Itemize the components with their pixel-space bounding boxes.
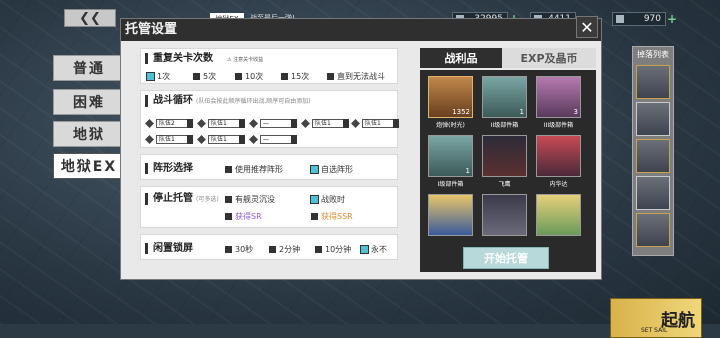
idle-title: 闲置锁屏 <box>145 243 193 254</box>
loot-label: 炮弹(时光) <box>436 122 465 129</box>
add-gem-icon[interactable]: + <box>667 12 677 26</box>
tab-loot[interactable]: 战利品 <box>420 48 502 68</box>
loot-item-box-iii[interactable]: 3 <box>536 76 581 118</box>
idle-30s[interactable]: 30秒 <box>225 244 253 255</box>
loot-label: I级部件箱 <box>437 181 464 188</box>
fleet-icon <box>197 118 206 128</box>
drop-item[interactable] <box>636 213 670 247</box>
repeat-warning: ⚠ 注意关卡收益 <box>227 56 264 64</box>
fleet-icon <box>145 134 154 144</box>
repeat-option-10[interactable]: 10次 <box>235 71 263 82</box>
loot-label: 飞鹰 <box>498 181 511 188</box>
idle-never[interactable]: 永不 <box>360 244 387 255</box>
formation-title: 阵形选择 <box>145 163 193 174</box>
loop-slot[interactable]: 队伍1 <box>301 118 349 128</box>
loot-label: 内华达 <box>549 181 568 188</box>
gem-resource: 970 + <box>612 12 677 26</box>
back-button[interactable]: ❮❮ <box>64 9 116 27</box>
gem-icon <box>616 15 624 23</box>
rewards-panel: 战利品 EXP及晶币 1352 炮弹(时光) 1 II级部件箱 3 III级部件… <box>418 48 598 272</box>
repeat-option-15[interactable]: 15次 <box>281 71 309 82</box>
drop-list: 掉落列表 <box>632 46 674 256</box>
loot-label: III级部件箱 <box>543 122 574 129</box>
set-sail-button[interactable]: 起航 SET SAIL <box>610 298 702 338</box>
repeat-option-1[interactable]: 1次 <box>146 71 170 82</box>
idle-lock-section: 闲置锁屏 30秒 2分钟 10分钟 永不 <box>140 234 398 260</box>
loop-slot[interactable]: 队伍2 <box>145 118 193 128</box>
loot-item-box-i[interactable]: 1 <box>428 135 473 177</box>
stop-on-sr[interactable]: 获得SR <box>225 211 262 222</box>
drop-item[interactable] <box>636 139 670 173</box>
loot-ship[interactable] <box>536 194 581 236</box>
loot-label: II级部件箱 <box>490 122 519 129</box>
repeat-title: 重复关卡次数 <box>145 53 213 64</box>
idle-10min[interactable]: 10分钟 <box>315 244 351 255</box>
difficulty-hell-ex[interactable]: 地狱EX <box>53 153 125 179</box>
battle-loop-section: 战斗循环 (队伍会按此顺序循环出战,顺序可自由添加) 队伍2 队伍1 — 队伍1 … <box>140 90 399 148</box>
tab-exp-coins[interactable]: EXP及晶币 <box>502 48 596 68</box>
stop-title: 停止托管 (可多选) <box>145 193 219 205</box>
loot-ship-feiying[interactable] <box>482 135 527 177</box>
drop-item[interactable] <box>636 65 670 99</box>
drop-item[interactable] <box>636 102 670 136</box>
loot-ship-nevada[interactable] <box>536 135 581 177</box>
drop-list-title: 掉落列表 <box>637 50 669 59</box>
idle-2min[interactable]: 2分钟 <box>269 244 300 255</box>
fleet-icon <box>249 118 258 128</box>
loop-slot[interactable]: 队伍1 <box>197 134 245 144</box>
loot-ship[interactable] <box>482 194 527 236</box>
formation-section: 阵形选择 使用推荐阵形 自选阵形 <box>140 154 398 180</box>
start-auto-button[interactable]: 开始托管 <box>463 247 549 269</box>
fleet-icon <box>197 134 206 144</box>
fleet-icon <box>145 118 154 128</box>
stop-section: 停止托管 (可多选) 有舰灵沉没 战败时 获得SR 获得SSR <box>140 186 398 228</box>
difficulty-hell[interactable]: 地狱 <box>53 121 125 147</box>
loot-item-box-ii[interactable]: 1 <box>482 76 527 118</box>
drop-item[interactable] <box>636 176 670 210</box>
loop-slot[interactable]: 队伍1 <box>145 134 193 144</box>
stop-on-ssr[interactable]: 获得SSR <box>311 211 353 222</box>
formation-recommended[interactable]: 使用推荐阵形 <box>225 164 283 175</box>
fleet-icon <box>249 134 258 144</box>
loop-slot[interactable]: 队伍1 <box>351 118 399 128</box>
loop-slot[interactable]: 队伍1 <box>197 118 245 128</box>
close-icon: ✕ <box>580 17 594 37</box>
loot-ship[interactable] <box>428 194 473 236</box>
fleet-icon <box>351 118 360 128</box>
repeat-section: 重复关卡次数 ⚠ 注意关卡收益 1次 5次 10次 15次 直到无法战斗 <box>140 48 398 84</box>
loot-grid: 1352 炮弹(时光) 1 II级部件箱 3 III级部件箱 1 I级部件箱 飞… <box>420 70 596 272</box>
back-arrow-icon: ❮❮ <box>79 10 101 26</box>
stop-on-sunk[interactable]: 有舰灵沉没 <box>225 194 275 205</box>
fleet-icon <box>301 118 310 128</box>
difficulty-normal[interactable]: 普通 <box>53 55 125 81</box>
loop-slot[interactable]: — <box>249 118 297 128</box>
dialog-title: 托管设置 <box>121 19 601 41</box>
repeat-option-5[interactable]: 5次 <box>193 71 216 82</box>
loop-slot[interactable]: — <box>249 134 297 144</box>
loop-title: 战斗循环 (队伍会按此顺序循环出战,顺序可自由添加) <box>145 95 311 107</box>
formation-custom[interactable]: 自选阵形 <box>310 164 353 175</box>
close-button[interactable]: ✕ <box>576 16 598 38</box>
repeat-option-unlimited[interactable]: 直到无法战斗 <box>327 71 385 82</box>
difficulty-hard[interactable]: 困难 <box>53 89 125 115</box>
loot-item-shells[interactable]: 1352 <box>428 76 473 118</box>
stop-on-defeat[interactable]: 战败时 <box>310 194 345 205</box>
